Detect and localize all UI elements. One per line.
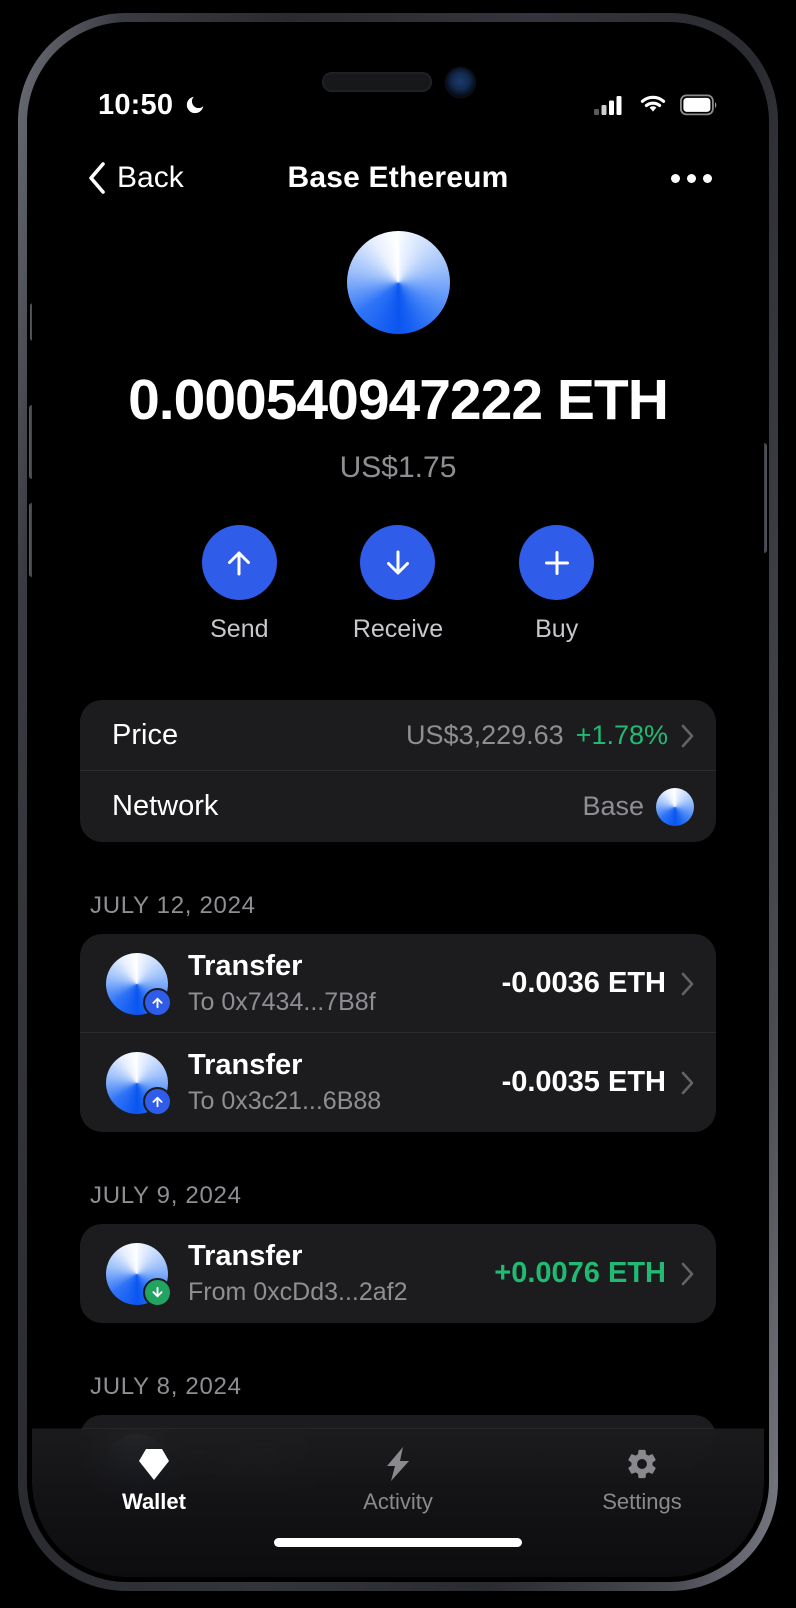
chevron-right-icon: [681, 1071, 694, 1094]
action-buttons: Send Receive Buy: [32, 525, 764, 644]
transaction-address: From 0xcDd3...2af2: [188, 1278, 408, 1307]
price-row-value-group: US$3,229.63 +1.78%: [406, 720, 694, 751]
base-network-icon: [656, 787, 694, 826]
buy-button-circle: [519, 525, 595, 600]
transaction-text: Transfer To 0x3c21...6B88: [188, 1049, 502, 1116]
status-bar-left: 10:50: [98, 89, 206, 122]
arrow-up-badge-icon: [143, 987, 172, 1017]
base-ethereum-token-icon: [346, 231, 450, 334]
transaction-group: Transfer To 0x7434...7B8f -0.0036 ETH Tr…: [80, 934, 716, 1132]
network-row[interactable]: Network Base: [80, 771, 716, 842]
transaction-group: Transfer From 0xcDd3...2af2 +0.0076 ETH: [80, 1224, 716, 1323]
token-info-card: Price US$3,229.63 +1.78% Network Base: [80, 700, 716, 842]
send-button[interactable]: Send: [201, 525, 277, 644]
transaction-date-header: JULY 12, 2024: [90, 892, 256, 919]
transaction-date-header: JULY 8, 2024: [90, 1373, 242, 1400]
transaction-date-header: JULY 9, 2024: [90, 1182, 242, 1209]
arrow-up-badge-icon: [143, 1086, 172, 1116]
price-row-label: Price: [112, 719, 179, 751]
chevron-right-icon: [681, 972, 694, 995]
receive-button[interactable]: Receive: [353, 525, 443, 644]
token-balance: 0.000540947222 ETH: [128, 368, 669, 432]
more-options-icon[interactable]: [671, 173, 712, 183]
screenshot-stage: 10:50 Back Base Ethereum 0.000540947222 …: [0, 0, 796, 1608]
wifi-icon: [640, 95, 666, 112]
arrow-down-icon: [386, 550, 409, 574]
network-row-value-group: Base: [582, 787, 694, 826]
transaction-amount: -0.0035 ETH: [501, 1066, 666, 1098]
transaction-title: Transfer: [188, 949, 303, 982]
gem-icon: [32, 1445, 276, 1483]
transaction-text: Transfer To 0x7434...7B8f: [188, 950, 502, 1017]
send-button-label: Send: [210, 615, 269, 643]
back-button[interactable]: Back: [87, 161, 184, 195]
navigation-bar: Back Base Ethereum: [32, 145, 764, 211]
receive-button-circle: [360, 525, 436, 600]
receive-button-label: Receive: [352, 615, 444, 643]
gear-icon: [520, 1445, 764, 1483]
transaction-address: To 0x3c21...6B88: [188, 1087, 382, 1116]
arrow-up-icon: [228, 551, 251, 575]
tab-wallet[interactable]: Wallet: [32, 1445, 276, 1515]
moon-icon: [187, 96, 204, 114]
price-value: US$3,229.63: [406, 720, 564, 750]
battery-full-icon: [680, 94, 717, 116]
tab-activity[interactable]: Activity: [276, 1445, 520, 1515]
home-indicator[interactable]: [274, 1538, 522, 1547]
transaction-avatar: [106, 1051, 172, 1116]
lightning-bolt-icon: [276, 1445, 520, 1483]
transaction-address: To 0x7434...7B8f: [188, 988, 376, 1017]
transaction-amount: +0.0076 ETH: [494, 1257, 666, 1289]
balance-header: 0.000540947222 ETH US$1.75: [32, 211, 764, 485]
network-row-label: Network: [112, 790, 219, 822]
chevron-right-icon: [681, 724, 694, 747]
fiat-balance: US$1.75: [339, 451, 457, 484]
plus-icon: [544, 550, 569, 575]
phone-screen: 10:50 Back Base Ethereum 0.000540947222 …: [32, 27, 764, 1577]
transaction-title: Transfer: [188, 1048, 303, 1081]
status-bar: 10:50: [32, 27, 764, 131]
transaction-row[interactable]: Transfer To 0x3c21...6B88 -0.0035 ETH: [80, 1033, 716, 1132]
price-row[interactable]: Price US$3,229.63 +1.78%: [80, 700, 716, 771]
cellular-signal-icon: [594, 96, 622, 115]
tab-activity-label: Activity: [363, 1489, 433, 1514]
transaction-text: Transfer From 0xcDd3...2af2: [188, 1240, 494, 1307]
scroll-content[interactable]: 0.000540947222 ETH US$1.75 Send Receive …: [32, 211, 764, 1577]
network-value: Base: [582, 791, 644, 821]
back-button-label: Back: [117, 161, 184, 194]
status-bar-right: [594, 93, 718, 117]
tab-settings-label: Settings: [602, 1489, 682, 1514]
arrow-down-badge-icon: [143, 1277, 172, 1307]
status-bar-clock: 10:50: [98, 88, 174, 121]
chevron-left-icon: [89, 162, 105, 194]
phone-frame: 10:50 Back Base Ethereum 0.000540947222 …: [18, 13, 778, 1591]
transaction-avatar: [106, 1242, 172, 1307]
transaction-row[interactable]: Transfer To 0x7434...7B8f -0.0036 ETH: [80, 934, 716, 1033]
tab-wallet-label: Wallet: [122, 1489, 186, 1514]
buy-button-label: Buy: [535, 615, 579, 643]
bottom-tab-bar: Wallet Activity Settings: [32, 1429, 764, 1577]
send-button-circle: [201, 525, 277, 600]
transaction-avatar: [106, 952, 172, 1017]
phone-bezel: 10:50 Back Base Ethereum 0.000540947222 …: [27, 22, 769, 1582]
buy-button[interactable]: Buy: [519, 525, 595, 644]
transaction-amount: -0.0036 ETH: [501, 967, 666, 999]
transaction-title: Transfer: [188, 1239, 303, 1272]
tab-settings[interactable]: Settings: [520, 1445, 764, 1515]
price-change-badge: +1.78%: [575, 720, 668, 750]
transaction-row[interactable]: Transfer From 0xcDd3...2af2 +0.0076 ETH: [80, 1224, 716, 1323]
chevron-right-icon: [681, 1262, 694, 1285]
